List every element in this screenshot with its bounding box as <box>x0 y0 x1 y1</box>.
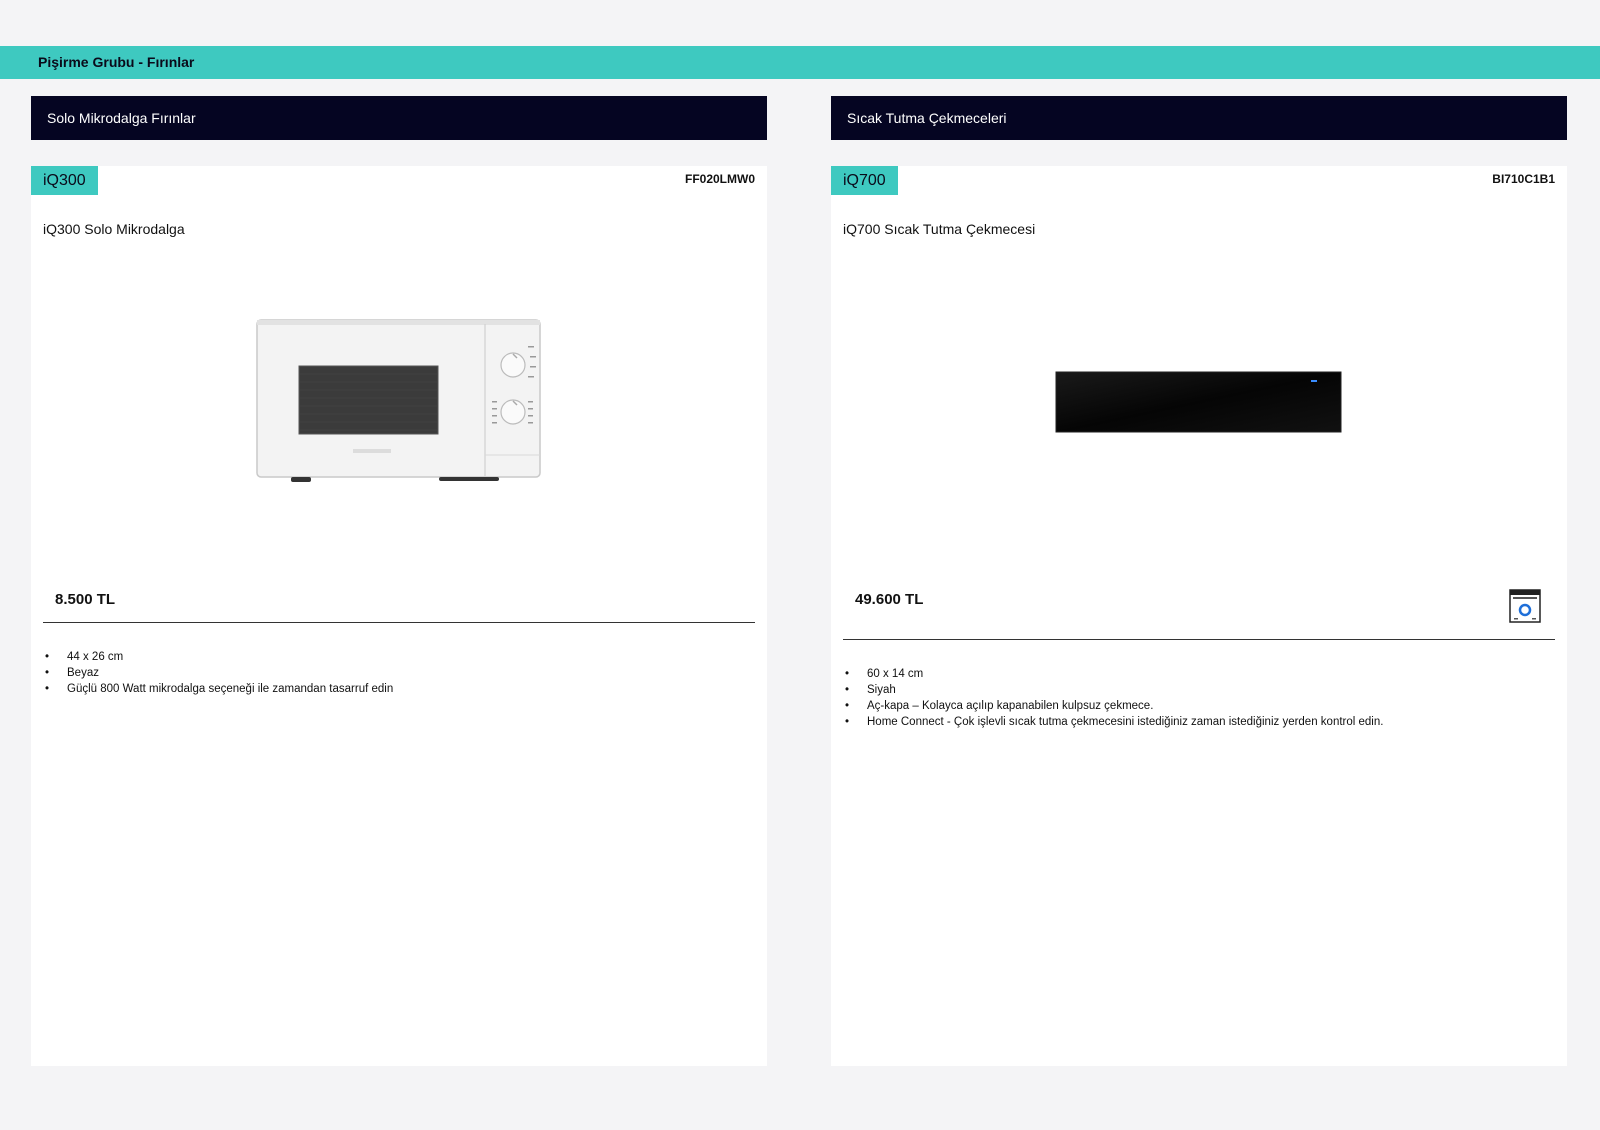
feature-item: 44 x 26 cm <box>45 649 393 665</box>
category-title: Pişirme Grubu - Fırınlar <box>38 54 195 70</box>
section-title: Solo Mikrodalga Fırınlar <box>47 110 196 126</box>
white-microwave-image <box>256 319 541 482</box>
section-title: Sıcak Tutma Çekmeceleri <box>847 110 1007 126</box>
product-card-warming-drawer: iQ700 BI710C1B1 iQ700 Sıcak Tutma Çekmec… <box>831 166 1567 1066</box>
series-badge: iQ700 <box>831 166 898 195</box>
feature-list: 60 x 14 cm Siyah Aç-kapa – Kolayca açılı… <box>843 666 1383 730</box>
feature-item: Güçlü 800 Watt mikrodalga seçeneği ile z… <box>45 681 393 697</box>
product-sku: FF020LMW0 <box>684 172 755 186</box>
feature-item: Home Connect - Çok işlevli sıcak tutma ç… <box>845 714 1383 730</box>
product-sku: BI710C1B1 <box>1492 172 1555 186</box>
feature-item: Aç-kapa – Kolayca açılıp kapanabilen kul… <box>845 698 1383 714</box>
price-divider <box>843 639 1555 640</box>
feature-item: 60 x 14 cm <box>845 666 1383 682</box>
product-price: 8.500 TL <box>55 591 116 608</box>
product-price: 49.600 TL <box>855 591 924 608</box>
category-band: Pişirme Grubu - Fırınlar <box>0 46 1600 79</box>
feature-item: Beyaz <box>45 665 393 681</box>
section-header-microwaves: Solo Mikrodalga Fırınlar <box>31 96 767 140</box>
home-connect-icon <box>1509 589 1541 623</box>
black-warming-drawer-image <box>1055 371 1342 433</box>
feature-list: 44 x 26 cm Beyaz Güçlü 800 Watt mikrodal… <box>43 649 393 697</box>
product-title: iQ300 Solo Mikrodalga <box>43 221 185 237</box>
feature-item: Siyah <box>845 682 1383 698</box>
price-divider <box>43 622 755 623</box>
product-card-microwave: iQ300 FF020LMW0 iQ300 Solo Mikrodalga 8.… <box>31 166 767 1066</box>
section-header-warming-drawers: Sıcak Tutma Çekmeceleri <box>831 96 1567 140</box>
product-title: iQ700 Sıcak Tutma Çekmecesi <box>843 221 1036 237</box>
series-badge: iQ300 <box>31 166 98 195</box>
